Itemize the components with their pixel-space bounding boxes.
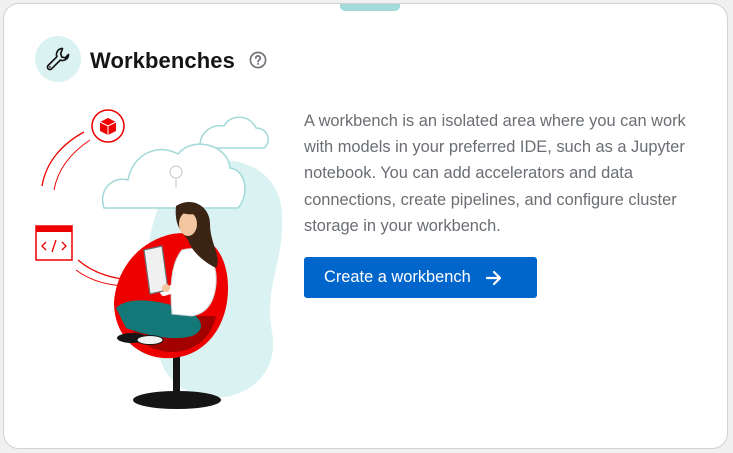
arrow-right-icon [485,270,501,285]
workbenches-card: Workbenches A workbench is an isolated a… [3,3,728,449]
person-face [179,212,197,236]
create-workbench-label: Create a workbench [324,268,471,286]
wrench-icon [46,47,70,71]
cloud-small [199,116,269,149]
card-top-tab [340,4,400,11]
create-workbench-button[interactable]: Create a workbench [304,257,537,298]
help-circle-icon[interactable] [249,51,267,69]
card-description: A workbench is an isolated area where yo… [304,112,686,235]
workbench-illustration [35,109,283,409]
card-title: Workbenches [90,48,235,73]
header-icon-badge [35,36,81,82]
cloud-large [101,143,246,209]
